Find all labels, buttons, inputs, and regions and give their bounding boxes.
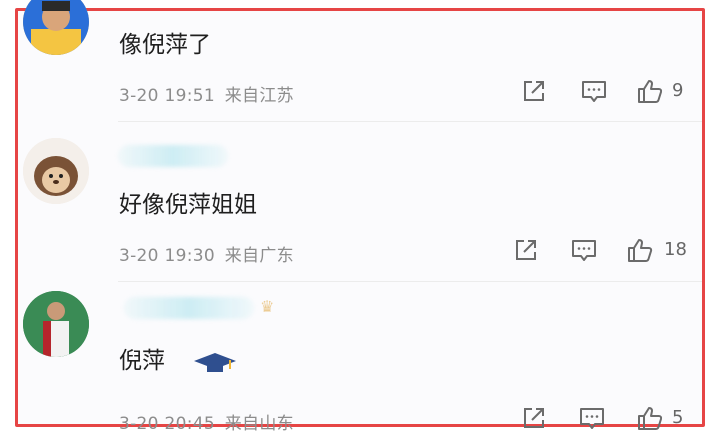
comment-actions: 9 [518,77,698,107]
share-icon [524,81,544,101]
comment-date: 3-20 [119,246,159,266]
divider [118,281,702,282]
avatar[interactable] [23,138,89,204]
hedgehog-avatar-image [23,138,89,204]
like-button[interactable] [626,236,654,264]
like-count: 9 [672,80,684,101]
comment-text: 好像倪萍姐姐 [119,192,257,218]
comment-text: 倪萍 [119,348,165,374]
comment-text: 像倪萍了 [119,32,211,58]
comment-button[interactable] [578,404,606,432]
comment-icon [582,81,606,102]
comment-actions: 18 [510,236,698,266]
share-icon [516,240,536,260]
comment-time: 19:30 [164,246,216,266]
share-button[interactable] [520,77,548,105]
comment-location: 来自广东 [224,246,294,266]
comment-date: 3-20 [119,414,159,434]
divider [118,121,702,122]
share-button[interactable] [520,404,548,432]
thumbs-up-icon [628,239,653,262]
comment-button[interactable] [580,77,608,105]
crown-badge-icon: ♛ [260,297,275,316]
avatar[interactable] [23,0,89,55]
comment-meta: 3-20 20:45 来自山东 [119,409,294,434]
comment-time: 20:45 [164,414,216,434]
username-blurred [118,145,228,167]
comment-list: 像倪萍了 3-20 19:51 来自江苏 9 好像倪萍姐姐 3-20 19:30… [15,0,705,434]
like-count: 18 [664,239,687,260]
username-blurred [124,297,254,319]
thumbs-up-icon [638,407,663,430]
avatar-image [23,0,89,55]
graduation-cap-sticker-icon [190,349,240,383]
comment-icon [580,408,604,429]
share-icon [524,408,544,428]
comment-icon [572,240,596,261]
thumbs-up-icon [638,80,663,103]
like-button[interactable] [636,77,664,105]
comment-location: 来自山东 [224,414,294,434]
avatar[interactable] [23,291,89,357]
like-button[interactable] [636,404,664,432]
share-button[interactable] [512,236,540,264]
comment-button[interactable] [570,236,598,264]
soccer-player-avatar-image [23,291,89,357]
comment-actions: 5 [518,404,698,434]
comment-date: 3-20 [119,86,159,106]
like-count: 5 [672,407,684,428]
comment-meta: 3-20 19:30 来自广东 [119,241,294,266]
comment-location: 来自江苏 [224,86,294,106]
comment-time: 19:51 [164,86,216,106]
comment-meta: 3-20 19:51 来自江苏 [119,81,294,106]
